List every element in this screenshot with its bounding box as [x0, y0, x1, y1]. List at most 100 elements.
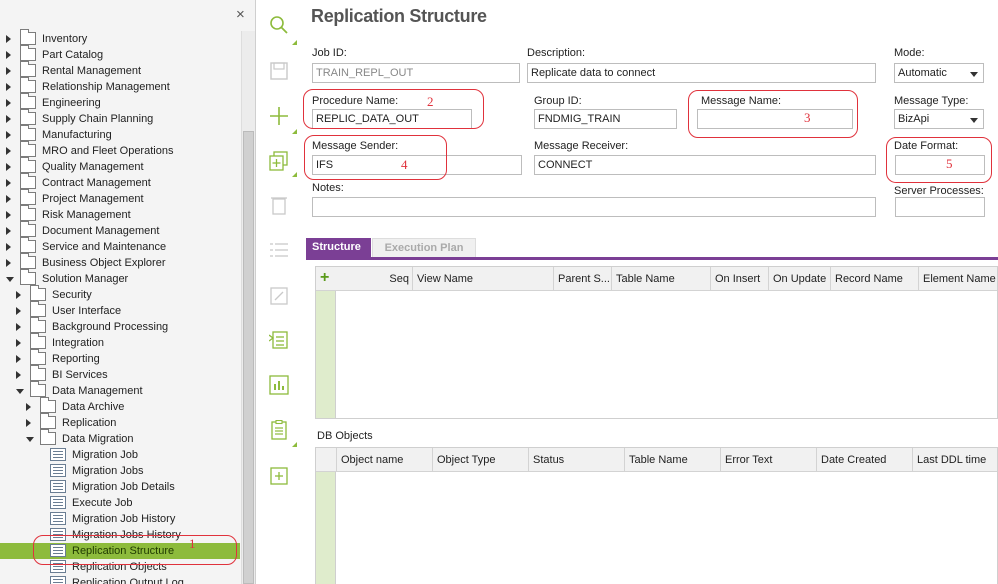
column-record-name[interactable]: Record Name [830, 267, 918, 291]
message-receiver-field[interactable]: CONNECT [534, 155, 876, 175]
expand-right-icon[interactable] [6, 227, 11, 235]
expand-down-icon[interactable] [26, 437, 34, 442]
expand-right-icon[interactable] [26, 403, 31, 411]
sidebar-item-data-management[interactable]: Data Management [0, 381, 240, 399]
column-element-name[interactable]: Element Name [918, 267, 998, 291]
folder-icon [30, 365, 46, 381]
group-id-field[interactable]: FNDMIG_TRAIN [534, 109, 677, 129]
expand-right-icon[interactable] [6, 67, 11, 75]
column-on-insert[interactable]: On Insert [710, 267, 768, 291]
sidebar-item-quality-management[interactable]: Quality Management [0, 157, 240, 175]
save-icon[interactable] [269, 61, 289, 81]
expand-right-icon[interactable] [16, 371, 21, 379]
structure-grid-row-selector[interactable] [316, 291, 336, 418]
column-on-update[interactable]: On Update [768, 267, 830, 291]
new-record-icon[interactable] [269, 466, 289, 486]
expand-right-icon[interactable] [16, 291, 21, 299]
sidebar-item-part-catalog[interactable]: Part Catalog [0, 45, 240, 63]
close-icon[interactable]: × [236, 7, 245, 22]
sidebar-item-replication-output-log[interactable]: Replication Output Log [0, 575, 240, 584]
expand-right-icon[interactable] [16, 355, 21, 363]
sidebar-item-migration-jobs[interactable]: Migration Jobs [0, 463, 240, 479]
expand-right-icon[interactable] [6, 243, 11, 251]
sidebar-item-data-archive[interactable]: Data Archive [0, 397, 240, 415]
expand-right-icon[interactable] [6, 147, 11, 155]
sidebar-item-label: Data Archive [62, 401, 125, 413]
column-view-name[interactable]: View Name [412, 267, 553, 291]
column-error-text[interactable]: Error Text [720, 448, 816, 472]
column-status[interactable]: Status [528, 448, 624, 472]
sidebar-item-engineering[interactable]: Engineering [0, 93, 240, 111]
column-date-created[interactable]: Date Created [816, 448, 912, 472]
sidebar-scrollbar[interactable] [241, 31, 255, 584]
sidebar-item-mro-and-fleet-operations[interactable]: MRO and Fleet Operations [0, 141, 240, 159]
add-options-icon[interactable] [292, 129, 297, 134]
expand-right-icon[interactable] [16, 323, 21, 331]
expand-right-icon[interactable] [16, 339, 21, 347]
server-processes-field[interactable] [895, 197, 985, 217]
expand-right-icon[interactable] [6, 99, 11, 107]
sidebar-item-relationship-management[interactable]: Relationship Management [0, 77, 240, 95]
sidebar-item-project-management[interactable]: Project Management [0, 189, 240, 207]
expand-right-icon[interactable] [6, 195, 11, 203]
expand-right-icon[interactable] [6, 131, 11, 139]
open-icon[interactable] [269, 286, 289, 306]
duplicate-icon[interactable] [269, 151, 289, 171]
db-objects-grid-row-selector[interactable] [316, 472, 336, 584]
sidebar-item-manufacturing[interactable]: Manufacturing [0, 125, 240, 143]
sidebar-item-service-and-maintenance[interactable]: Service and Maintenance [0, 237, 240, 255]
page-icon [50, 464, 66, 477]
scrollbar-thumb[interactable] [243, 131, 254, 584]
sidebar-item-replication[interactable]: Replication [0, 413, 240, 431]
sidebar-item-execute-job[interactable]: Execute Job [0, 495, 240, 511]
column-table-name[interactable]: Table Name [611, 267, 710, 291]
sidebar-item-inventory[interactable]: Inventory [0, 29, 240, 47]
job-id-field[interactable]: TRAIN_REPL_OUT [312, 63, 520, 83]
expand-right-icon[interactable] [6, 83, 11, 91]
expand-down-icon[interactable] [6, 277, 14, 282]
column-object-name[interactable]: Object name [336, 448, 432, 472]
sidebar-item-migration-job-history[interactable]: Migration Job History [0, 511, 240, 527]
tab-execution-plan[interactable]: Execution Plan [372, 238, 476, 257]
expand-right-icon[interactable] [6, 35, 11, 43]
mode-select[interactable]: Automatic [894, 63, 984, 83]
expand-right-icon[interactable] [6, 211, 11, 219]
column-table-name[interactable]: Table Name [624, 448, 720, 472]
expand-right-icon[interactable] [6, 163, 11, 171]
sidebar-item-migration-job[interactable]: Migration Job [0, 447, 240, 463]
duplicate-options-icon[interactable] [292, 172, 297, 177]
chart-icon[interactable] [269, 375, 289, 395]
add-icon[interactable] [269, 106, 289, 126]
add-row-icon[interactable]: + [320, 270, 329, 286]
search-icon[interactable] [269, 15, 289, 35]
column-seq[interactable]: Seq [336, 267, 412, 291]
expand-right-icon[interactable] [16, 307, 21, 315]
expand-right-icon[interactable] [6, 115, 11, 123]
sidebar-item-data-migration[interactable]: Data Migration [0, 429, 240, 447]
expand-right-icon[interactable] [6, 51, 11, 59]
search-options-icon[interactable] [292, 40, 297, 45]
notes-field[interactable] [312, 197, 876, 217]
list-icon[interactable] [269, 240, 289, 260]
sidebar-item-migration-job-details[interactable]: Migration Job Details [0, 479, 240, 495]
export-list-icon[interactable] [269, 330, 289, 350]
message-type-select[interactable]: BizApi [894, 109, 984, 129]
sidebar-item-business-object-explorer[interactable]: Business Object Explorer [0, 253, 240, 271]
tab-structure[interactable]: Structure [306, 238, 371, 257]
delete-icon[interactable] [269, 195, 289, 215]
sidebar-item-risk-management[interactable]: Risk Management [0, 205, 240, 223]
expand-right-icon[interactable] [6, 179, 11, 187]
expand-right-icon[interactable] [26, 419, 31, 427]
column-last-ddl-time[interactable]: Last DDL time [912, 448, 998, 472]
description-field[interactable]: Replicate data to connect [527, 63, 876, 83]
sidebar-item-supply-chain-planning[interactable]: Supply Chain Planning [0, 109, 240, 127]
column-object-type[interactable]: Object Type [432, 448, 528, 472]
sidebar-item-contract-management[interactable]: Contract Management [0, 173, 240, 191]
sidebar-item-document-management[interactable]: Document Management [0, 221, 240, 239]
details-icon[interactable] [269, 420, 289, 440]
expand-down-icon[interactable] [16, 389, 24, 394]
column-parent-s[interactable]: Parent S... [553, 267, 611, 291]
sidebar-item-rental-management[interactable]: Rental Management [0, 61, 240, 79]
expand-right-icon[interactable] [6, 259, 11, 267]
details-options-icon[interactable] [292, 442, 297, 447]
